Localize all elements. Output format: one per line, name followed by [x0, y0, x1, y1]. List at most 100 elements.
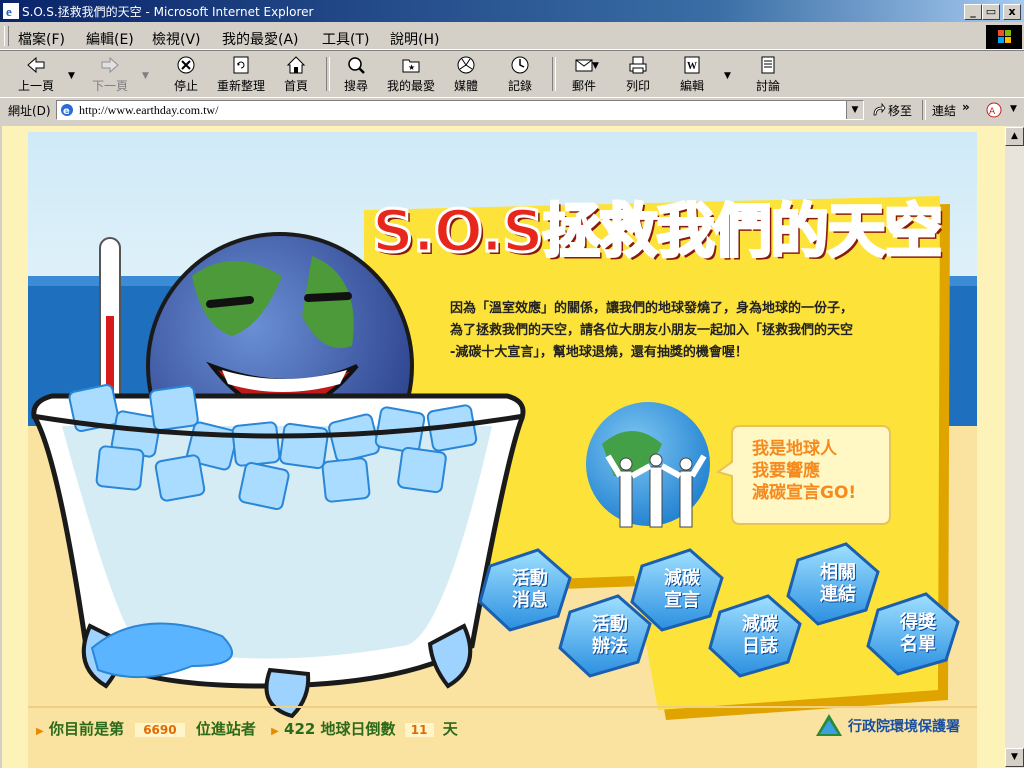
nav-activity-news-line1: 活動 [512, 568, 548, 589]
search-button[interactable]: 搜尋 [338, 55, 374, 95]
pledge-bubble[interactable]: 我是地球人 我要響應 減碳宣言GO! [752, 438, 882, 504]
favorites-button[interactable]: ★ 我的最愛 [384, 55, 438, 95]
visitor-prefix: 你目前是第 [48, 720, 124, 738]
translate-dropdown-icon[interactable]: ▼ [1010, 104, 1017, 114]
edit-button[interactable]: W 編輯 [674, 55, 710, 95]
mail-icon [575, 59, 593, 72]
countdown-suffix: 天 [442, 720, 458, 738]
restore-button[interactable]: ▭ [982, 4, 1000, 20]
bullet-arrow-icon: ▶ [36, 726, 44, 737]
mail-dropdown-icon[interactable]: ▼ [592, 61, 599, 71]
history-icon [511, 56, 529, 74]
intro-line-1: 因為「溫室效應」的關係，讓我們的地球發燒了，身為地球的一份子， [450, 301, 854, 316]
nav-winners-list[interactable]: 得獎 名單 [888, 612, 948, 656]
printer-icon [629, 56, 647, 74]
back-button[interactable]: 上一頁 [14, 55, 58, 95]
toolbar-separator [326, 57, 330, 91]
edit-dropdown-icon[interactable]: ▼ [724, 71, 731, 81]
media-label: 媒體 [453, 79, 478, 93]
nav-activity-rules[interactable]: 活動 辦法 [580, 614, 640, 658]
nav-activity-rules-line1: 活動 [592, 614, 628, 635]
intro-text: 因為「溫室效應」的關係，讓我們的地球發燒了，身為地球的一份子， 為了拯救我們的天… [450, 298, 930, 364]
history-label: 記錄 [507, 79, 532, 93]
refresh-icon [233, 56, 249, 74]
back-arrow-icon [27, 56, 45, 74]
back-dropdown-icon[interactable]: ▼ [68, 71, 75, 81]
forward-label: 下一頁 [91, 79, 128, 93]
go-button[interactable]: 移至 [888, 102, 912, 119]
scroll-down-icon[interactable]: ▼ [1005, 748, 1024, 767]
svg-text:★: ★ [408, 63, 415, 72]
home-icon [286, 56, 306, 74]
stop-icon [177, 56, 195, 74]
toolbar: 上一頁 ▼ 下一頁 ▼ 停止 重新整理 首頁 搜尋 ★ 我的最愛 媒體 記錄 郵… [0, 50, 1024, 98]
stop-button[interactable]: 停止 [166, 55, 206, 95]
menu-help[interactable]: 說明(H) [390, 29, 439, 49]
print-button[interactable]: 列印 [620, 55, 656, 95]
toolbar-separator [552, 57, 556, 91]
stop-label: 停止 [173, 79, 198, 93]
search-label: 搜尋 [343, 79, 368, 93]
discuss-icon [761, 56, 775, 74]
title-bar: e S.O.S.拯救我們的天空 - Microsoft Internet Exp… [0, 0, 1024, 22]
media-button[interactable]: 媒體 [448, 55, 484, 95]
nav-carbon-diary[interactable]: 減碳 日誌 [730, 614, 790, 658]
intro-line-2: 為了拯救我們的天空，請各位大朋友小朋友一起加入「拯救我們的天空 [450, 323, 854, 338]
address-label: 網址(D) [8, 104, 51, 118]
vertical-scrollbar[interactable] [1005, 126, 1024, 768]
links-chevron-icon[interactable]: » [962, 100, 970, 114]
nav-related-links-line1: 相關 [820, 562, 856, 583]
svg-text:e: e [63, 106, 70, 117]
nav-related-links-line2: 連結 [820, 584, 856, 605]
menu-tools[interactable]: 工具(T) [322, 29, 369, 49]
discuss-label: 討論 [755, 79, 780, 93]
menu-edit[interactable]: 編輯(E) [86, 29, 134, 49]
menu-favorites[interactable]: 我的最愛(A) [222, 29, 299, 49]
go-arrow-icon[interactable] [872, 103, 886, 117]
svg-text:e: e [6, 4, 12, 19]
menu-file[interactable]: 檔案(F) [18, 29, 65, 49]
favorites-folder-icon: ★ [402, 59, 420, 73]
search-icon [348, 57, 365, 74]
discuss-button[interactable]: 討論 [750, 55, 786, 95]
address-separator [922, 100, 926, 120]
media-icon [457, 56, 475, 74]
forward-dropdown-icon[interactable]: ▼ [142, 71, 149, 81]
nav-winners-list-line2: 名單 [900, 634, 936, 655]
close-button[interactable]: x [1003, 4, 1021, 20]
scroll-up-icon[interactable]: ▲ [1005, 127, 1024, 146]
nav-activity-news[interactable]: 活動 消息 [500, 568, 560, 612]
address-dropdown-icon[interactable]: ▼ [846, 101, 863, 119]
bubble-line-3: 減碳宣言GO! [752, 483, 857, 503]
back-label: 上一頁 [17, 79, 54, 93]
nav-activity-rules-line2: 辦法 [592, 636, 628, 657]
window-title: S.O.S.拯救我們的天空 - Microsoft Internet Explo… [22, 5, 314, 19]
address-url[interactable]: http://www.earthday.com.tw/ [79, 103, 218, 118]
forward-arrow-icon [101, 56, 119, 74]
menu-grip [4, 26, 9, 46]
bubble-line-2: 我要響應 [752, 461, 820, 481]
nav-winners-list-line1: 得獎 [900, 612, 936, 633]
refresh-button[interactable]: 重新整理 [212, 55, 270, 95]
history-button[interactable]: 記錄 [502, 55, 538, 95]
mail-label: 郵件 [571, 79, 596, 93]
edit-label: 編輯 [679, 79, 704, 93]
links-button[interactable]: 連結 [932, 102, 956, 119]
favorites-label: 我的最愛 [386, 79, 435, 93]
countdown-prefix: 422 地球日倒數 [284, 720, 396, 738]
forward-button[interactable]: 下一頁 [88, 55, 132, 95]
bubble-line-1: 我是地球人 [752, 439, 837, 459]
page-footer: ▶ 你目前是第 6690 位進站者 ▶ 422 地球日倒數 11 天 [36, 718, 458, 742]
menu-view[interactable]: 檢視(V) [152, 29, 201, 49]
visitor-count: 6690 [135, 723, 185, 737]
windows-logo-icon [986, 25, 1022, 49]
home-label: 首頁 [283, 79, 308, 93]
home-button[interactable]: 首頁 [278, 55, 314, 95]
nav-related-links[interactable]: 相關 連結 [808, 562, 868, 606]
address-input[interactable]: e http://www.earthday.com.tw/ ▼ [56, 100, 864, 120]
visitor-suffix: 位進站者 [195, 720, 256, 738]
translate-icon[interactable]: A [986, 102, 1002, 118]
nav-carbon-pledge-line2: 宣言 [664, 590, 700, 611]
minimize-button[interactable]: _ [964, 4, 982, 20]
nav-carbon-pledge[interactable]: 減碳 宣言 [652, 568, 712, 612]
